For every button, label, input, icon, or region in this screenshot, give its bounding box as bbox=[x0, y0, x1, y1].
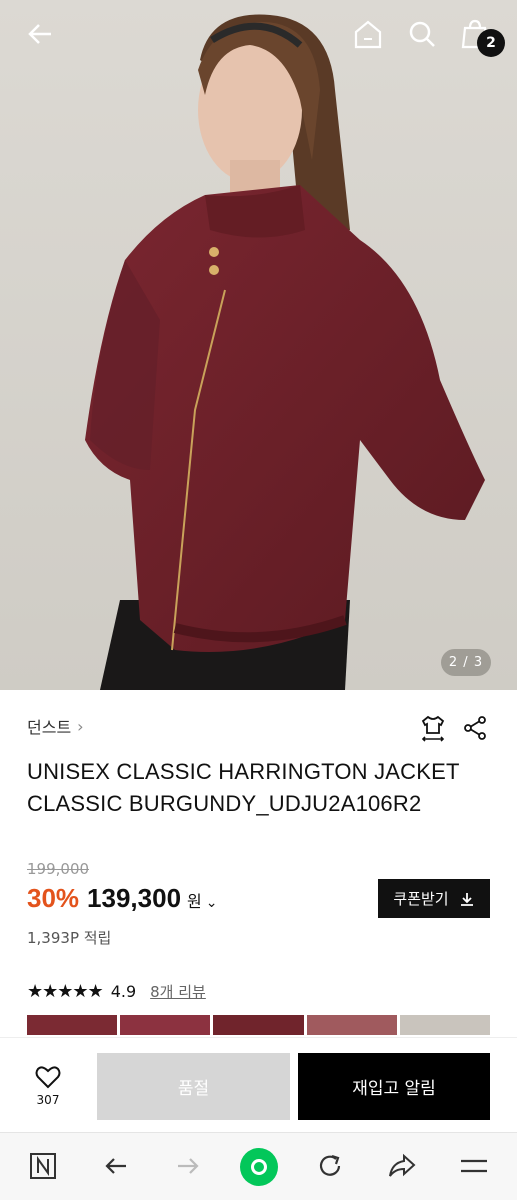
browser-back-button[interactable] bbox=[98, 1148, 134, 1184]
share-button[interactable] bbox=[460, 713, 490, 743]
restock-alert-button[interactable]: 재입고 알림 bbox=[298, 1053, 490, 1120]
menu-button[interactable] bbox=[456, 1148, 492, 1184]
soldout-button: 품절 bbox=[97, 1053, 290, 1120]
cart-count-badge: 2 bbox=[477, 29, 505, 57]
reward-points: 1,393P 적립 bbox=[27, 929, 112, 947]
product-image[interactable]: 2 2 / 3 bbox=[0, 0, 517, 690]
rating-score: 4.9 bbox=[110, 982, 137, 1001]
brand-name: 던스트 bbox=[27, 718, 72, 737]
review-thumbnail[interactable] bbox=[306, 1015, 397, 1035]
review-thumbnail[interactable] bbox=[213, 1015, 304, 1035]
download-icon bbox=[460, 892, 473, 906]
green-dot-button[interactable] bbox=[240, 1148, 278, 1186]
product-title-line1: UNISEX CLASSIC HARRINGTON JACKET bbox=[27, 759, 460, 784]
arrow-right-icon bbox=[178, 1158, 199, 1174]
image-pager: 2 / 3 bbox=[441, 649, 491, 676]
tshirt-size-icon bbox=[421, 715, 445, 742]
star-rating-icon: ★★★★★ bbox=[27, 981, 104, 1002]
original-price: 199,000 bbox=[27, 860, 90, 878]
product-title: UNISEX CLASSIC HARRINGTON JACKET CLASSIC… bbox=[27, 756, 497, 820]
review-thumbnails bbox=[27, 1015, 490, 1035]
arrow-left-icon bbox=[105, 1158, 126, 1174]
share-icon bbox=[464, 716, 486, 740]
home-button[interactable] bbox=[348, 14, 388, 54]
product-title-line2: CLASSIC BURGUNDY_UDJU2A106R2 bbox=[27, 791, 422, 816]
coupon-label: 쿠폰받기 bbox=[393, 890, 449, 908]
share-page-button[interactable] bbox=[384, 1148, 420, 1184]
sale-price: 139,300 bbox=[87, 883, 182, 913]
rating-row: ★★★★★ 4.9 8개 리뷰 bbox=[27, 981, 206, 1002]
like-count: 307 bbox=[36, 1093, 60, 1107]
refresh-button[interactable] bbox=[312, 1148, 348, 1184]
back-button[interactable] bbox=[20, 14, 60, 54]
naver-home-button[interactable] bbox=[25, 1148, 61, 1184]
search-icon bbox=[409, 21, 435, 47]
wishlist-button[interactable]: 307 bbox=[23, 1065, 73, 1107]
brand-link[interactable]: 던스트 › bbox=[27, 714, 84, 738]
review-thumbnail[interactable] bbox=[399, 1015, 490, 1035]
discount-rate: 30% bbox=[27, 883, 80, 913]
back-arrow-icon bbox=[28, 24, 51, 44]
currency-label: 원 bbox=[187, 892, 202, 911]
review-thumbnail[interactable] bbox=[27, 1015, 118, 1035]
search-button[interactable] bbox=[402, 14, 442, 54]
home-icon bbox=[354, 20, 382, 49]
hamburger-menu-icon bbox=[461, 1159, 487, 1173]
refresh-icon bbox=[319, 1154, 341, 1176]
coupon-download-button[interactable]: 쿠폰받기 bbox=[378, 879, 490, 918]
share-arrow-icon bbox=[389, 1153, 416, 1177]
price-row: 30% 139,300 원 ⌄ bbox=[27, 883, 218, 914]
review-count-link[interactable]: 8개 리뷰 bbox=[150, 981, 206, 1002]
green-dot-icon bbox=[240, 1148, 278, 1186]
size-guide-button[interactable] bbox=[418, 713, 448, 743]
chevron-down-icon[interactable]: ⌄ bbox=[206, 895, 218, 911]
product-photo bbox=[0, 0, 517, 690]
chevron-right-icon: › bbox=[77, 716, 84, 736]
heart-icon bbox=[35, 1066, 61, 1089]
review-thumbnail[interactable] bbox=[120, 1015, 211, 1035]
naver-n-icon bbox=[30, 1153, 56, 1179]
browser-forward-button[interactable] bbox=[170, 1148, 206, 1184]
